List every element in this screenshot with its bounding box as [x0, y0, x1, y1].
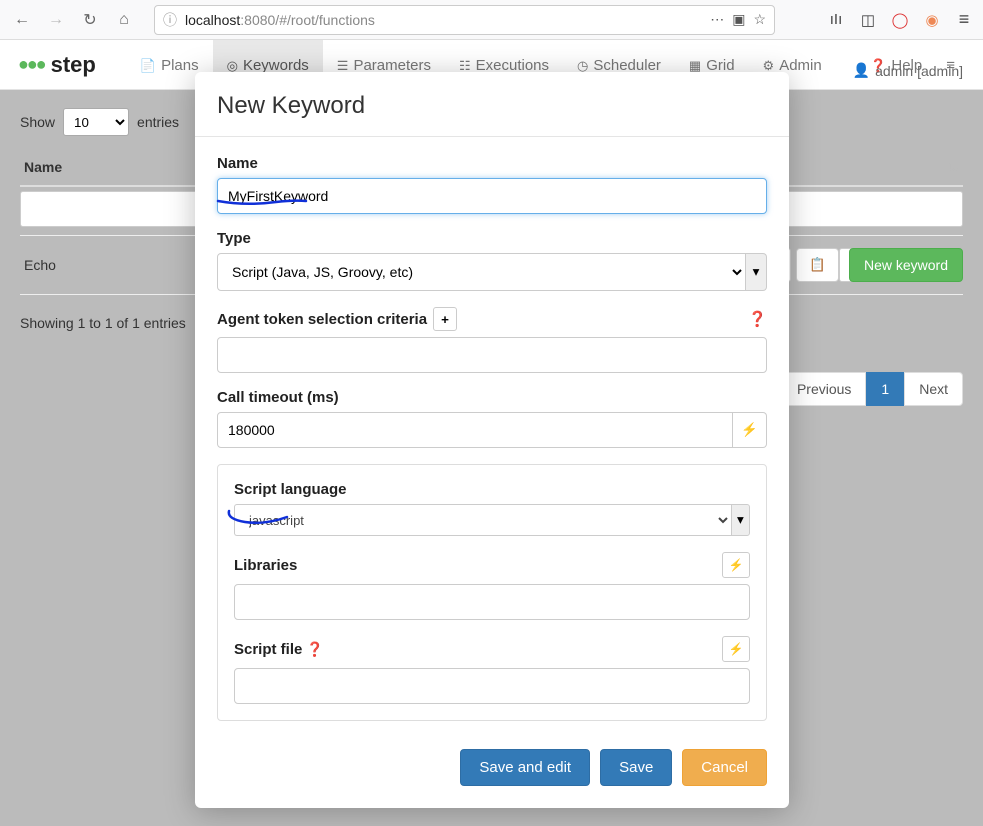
library-icon[interactable]: ıIı: [825, 11, 847, 28]
agent-criteria-box[interactable]: [217, 337, 767, 373]
script-file-label: Script file: [234, 641, 302, 658]
duckduckgo-icon[interactable]: ◉: [921, 11, 943, 29]
libraries-input[interactable]: [234, 584, 750, 620]
new-keyword-button[interactable]: New keyword: [849, 248, 963, 282]
menu-icon[interactable]: ≡: [953, 9, 975, 30]
browser-toolbar: ← → ↻ ⌂ ⓘ localhost:8080/#/root/function…: [0, 0, 983, 40]
script-file-input[interactable]: [234, 668, 750, 704]
page-actions-icon[interactable]: ⋯: [710, 11, 724, 28]
noscript-icon[interactable]: ◯: [889, 11, 911, 29]
logo-text: step: [51, 52, 96, 78]
cancel-button[interactable]: Cancel: [682, 749, 767, 786]
modal-footer: Save and edit Save Cancel: [195, 731, 789, 808]
back-button[interactable]: ←: [8, 6, 36, 34]
app-logo[interactable]: ●●● step: [18, 52, 96, 78]
bookmark-star-icon[interactable]: ☆: [753, 11, 766, 28]
entries-label: entries: [137, 114, 179, 130]
name-input[interactable]: [217, 178, 767, 214]
home-button[interactable]: ⌂: [110, 6, 138, 34]
libraries-dynamic-button[interactable]: ⚡: [722, 552, 750, 578]
new-keyword-modal: New Keyword Name Type Script (Java, JS, …: [195, 72, 789, 808]
timeout-label: Call timeout (ms): [217, 389, 767, 406]
reader-icon[interactable]: ▣: [732, 11, 745, 28]
user-icon: 👤: [853, 62, 870, 79]
script-lang-select[interactable]: javascript: [234, 504, 731, 536]
url-path: :8080/#/root/functions: [240, 12, 375, 28]
logo-dots-icon: ●●●: [18, 54, 45, 75]
user-label: admin [admin]: [875, 63, 963, 79]
url-bar[interactable]: ⓘ localhost:8080/#/root/functions ⋯ ▣ ☆: [154, 5, 775, 35]
script-settings-panel: Script language javascript ▾ Libraries ⚡…: [217, 464, 767, 721]
type-select[interactable]: Script (Java, JS, Groovy, etc): [217, 253, 746, 291]
next-page-button[interactable]: Next: [904, 372, 963, 406]
add-criteria-button[interactable]: +: [433, 307, 457, 331]
agent-label: Agent token selection criteria: [217, 311, 427, 328]
type-label: Type: [217, 230, 767, 247]
timeout-dynamic-button[interactable]: ⚡: [733, 412, 767, 448]
script-file-dynamic-button[interactable]: ⚡: [722, 636, 750, 662]
script-lang-label: Script language: [234, 481, 750, 498]
paste-button[interactable]: 📋: [796, 248, 839, 282]
save-button[interactable]: Save: [600, 749, 672, 786]
type-caret-button[interactable]: ▾: [746, 253, 767, 291]
entries-select[interactable]: 10: [63, 108, 129, 136]
page-1-button[interactable]: 1: [866, 372, 904, 406]
script-file-help-icon[interactable]: ❓: [306, 641, 323, 658]
sort-icon[interactable]: ⇅: [947, 158, 959, 175]
name-label: Name: [217, 155, 767, 172]
user-indicator[interactable]: 👤 admin [admin]: [853, 62, 963, 79]
forward-button: →: [42, 6, 70, 34]
save-and-edit-button[interactable]: Save and edit: [460, 749, 590, 786]
modal-header: New Keyword: [195, 72, 789, 137]
prev-page-button[interactable]: Previous: [782, 372, 866, 406]
modal-title: New Keyword: [217, 92, 767, 120]
reload-button[interactable]: ↻: [76, 6, 104, 34]
agent-help-icon[interactable]: ❓: [748, 310, 767, 328]
sidebar-icon[interactable]: ◫: [857, 11, 879, 29]
site-info-icon[interactable]: ⓘ: [163, 10, 177, 30]
script-lang-caret-button[interactable]: ▾: [731, 504, 750, 536]
show-label: Show: [20, 114, 55, 130]
file-icon: 📄: [140, 58, 156, 74]
libraries-label: Libraries: [234, 557, 297, 574]
url-host: localhost: [185, 12, 240, 28]
row-name-cell: Echo: [24, 257, 56, 273]
timeout-input[interactable]: [217, 412, 733, 448]
tab-label: Plans: [161, 57, 199, 74]
pagination: Previous 1 Next: [782, 372, 963, 406]
